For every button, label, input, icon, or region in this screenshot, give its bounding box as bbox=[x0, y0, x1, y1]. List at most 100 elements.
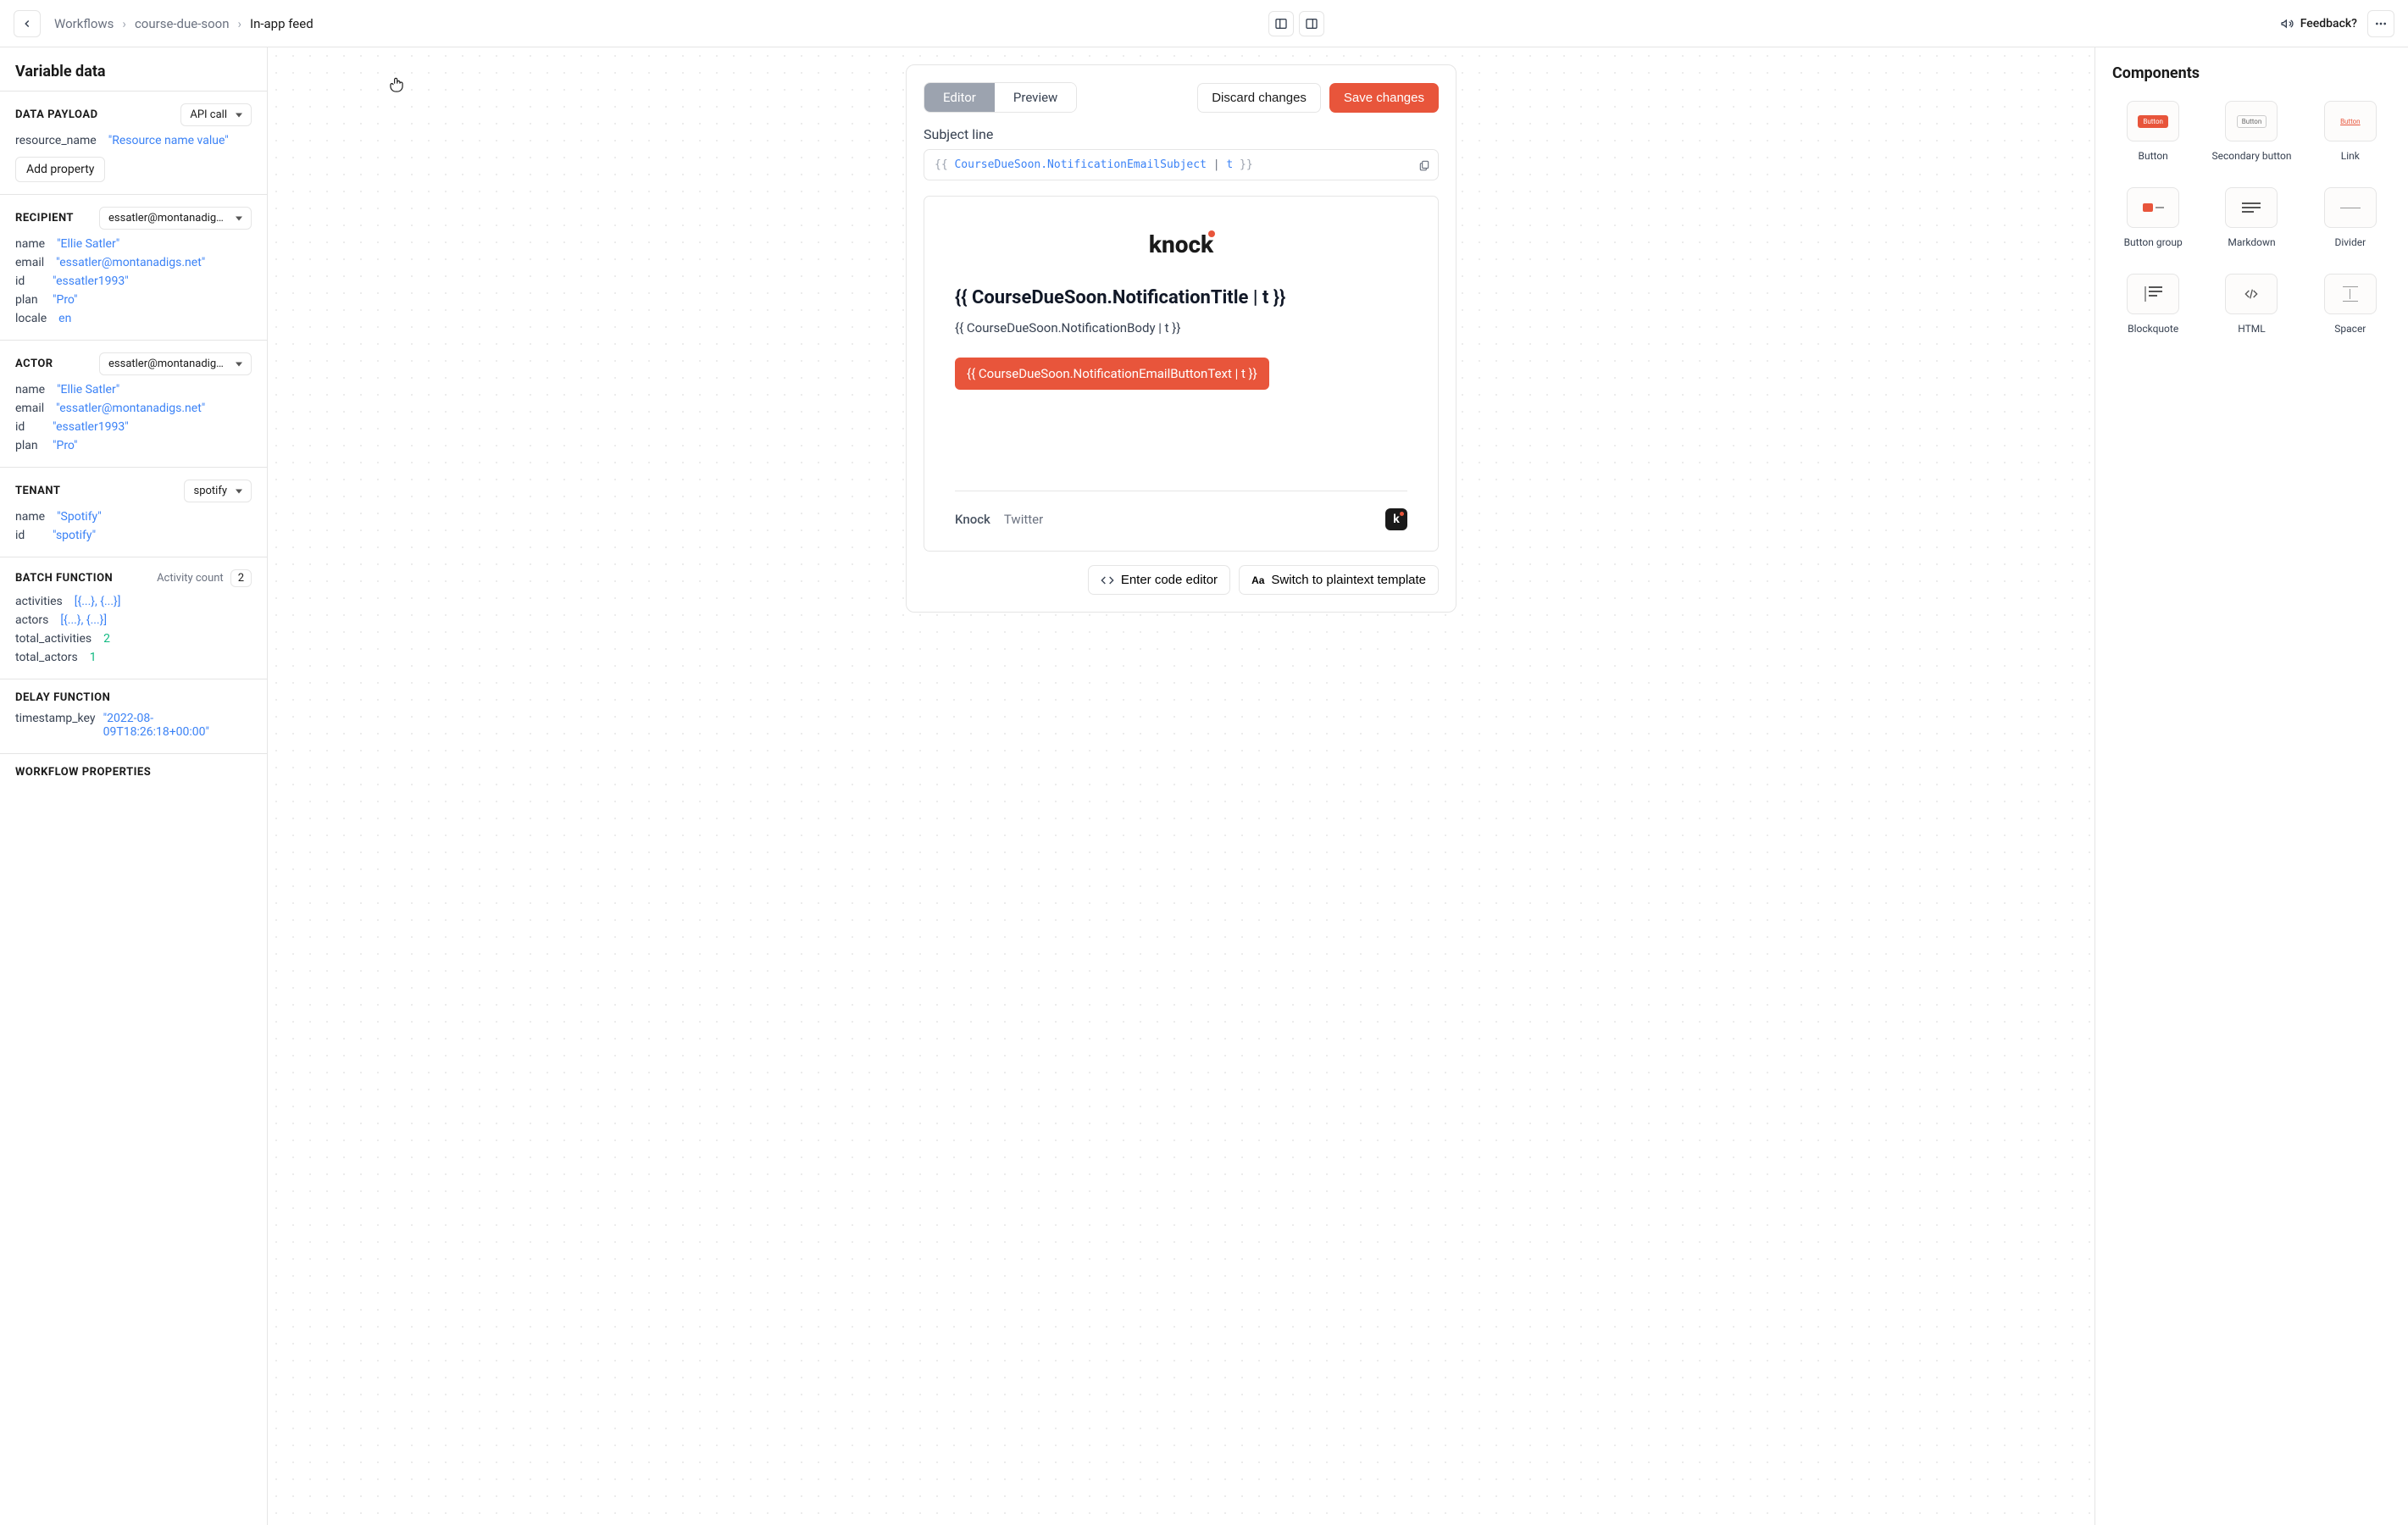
activity-count-label: Activity count bbox=[157, 572, 224, 585]
workflow-properties-section: WORKFLOW PROPERTIES bbox=[0, 753, 267, 790]
email-body[interactable]: {{ CourseDueSoon.NotificationBody | t }} bbox=[955, 320, 1407, 336]
breadcrumb-course-due-soon[interactable]: course-due-soon bbox=[135, 16, 230, 31]
email-footer: Knock Twitter k bbox=[955, 491, 1407, 530]
batch-function-section: BATCH FUNCTION Activity count 2 activiti… bbox=[0, 557, 267, 679]
data-val[interactable]: [{...}, {...}] bbox=[75, 595, 121, 608]
data-key: email bbox=[15, 402, 44, 415]
workflow-properties-title: WORKFLOW PROPERTIES bbox=[15, 766, 252, 779]
component-button[interactable]: Button Button bbox=[2112, 101, 2194, 162]
data-val[interactable]: "Ellie Satler" bbox=[57, 383, 119, 396]
data-val[interactable]: "essatler@montanadigs.net" bbox=[56, 402, 205, 415]
data-val[interactable]: "Ellie Satler" bbox=[57, 237, 119, 251]
actor-section: ACTOR essatler@montanadigs... name"Ellie… bbox=[0, 340, 267, 467]
variable-data-title: Variable data bbox=[0, 47, 267, 91]
data-key: id bbox=[15, 274, 41, 288]
component-blockquote[interactable]: Blockquote bbox=[2112, 274, 2194, 335]
data-key: name bbox=[15, 237, 45, 251]
data-val[interactable]: 1 bbox=[90, 651, 97, 664]
data-val[interactable]: "Resource name value" bbox=[108, 134, 229, 147]
data-val[interactable]: 2 bbox=[103, 632, 110, 646]
data-val[interactable]: "spotify" bbox=[53, 529, 96, 542]
activity-count-value[interactable]: 2 bbox=[230, 569, 252, 587]
component-link[interactable]: Button Link bbox=[2310, 101, 2391, 162]
subject-line-input[interactable]: {{ CourseDueSoon.NotificationEmailSubjec… bbox=[924, 149, 1439, 180]
data-key: resource_name bbox=[15, 134, 97, 147]
actor-select[interactable]: essatler@montanadigs... bbox=[99, 352, 252, 375]
component-markdown[interactable]: Markdown bbox=[2211, 187, 2292, 248]
components-title: Components bbox=[2112, 64, 2391, 82]
data-key: name bbox=[15, 510, 45, 524]
feedback-label: Feedback? bbox=[2300, 17, 2357, 30]
data-val[interactable]: "Spotify" bbox=[57, 510, 102, 524]
dots-icon bbox=[2374, 17, 2388, 30]
delay-function-title: DELAY FUNCTION bbox=[15, 691, 110, 704]
component-spacer[interactable]: Spacer bbox=[2310, 274, 2391, 335]
email-cta-button[interactable]: {{ CourseDueSoon.NotificationEmailButton… bbox=[955, 358, 1269, 390]
email-title[interactable]: {{ CourseDueSoon.NotificationTitle | t }… bbox=[955, 287, 1407, 308]
more-button[interactable] bbox=[2367, 10, 2394, 37]
data-key: email bbox=[15, 256, 44, 269]
data-val[interactable]: "essatler1993" bbox=[53, 420, 129, 434]
subject-line-label: Subject line bbox=[924, 126, 1439, 142]
components-panel: Components Button Button Button Secondar… bbox=[2095, 47, 2408, 1525]
data-payload-select[interactable]: API call bbox=[180, 103, 252, 126]
knock-logo: knock bbox=[1149, 230, 1213, 258]
data-val[interactable]: "essatler1993" bbox=[53, 274, 129, 288]
back-button[interactable] bbox=[14, 10, 41, 37]
data-key: activities bbox=[15, 595, 63, 608]
batch-function-title: BATCH FUNCTION bbox=[15, 572, 113, 585]
tenant-select[interactable]: spotify bbox=[184, 480, 252, 502]
data-key: actors bbox=[15, 613, 48, 627]
footer-twitter-link[interactable]: Twitter bbox=[1004, 512, 1043, 527]
email-preview[interactable]: knock {{ CourseDueSoon.NotificationTitle… bbox=[924, 196, 1439, 552]
editor-preview-tabs: Editor Preview bbox=[924, 82, 1077, 113]
component-secondary-button[interactable]: Button Secondary button bbox=[2211, 101, 2292, 162]
component-html[interactable]: HTML bbox=[2211, 274, 2292, 335]
delay-function-section: DELAY FUNCTION timestamp_key "2022-08-09T… bbox=[0, 679, 267, 753]
data-key: total_activities bbox=[15, 632, 92, 646]
clipboard-icon[interactable] bbox=[1418, 159, 1430, 171]
megaphone-icon bbox=[2280, 17, 2294, 30]
layout-panel-left-button[interactable] bbox=[1268, 11, 1294, 36]
data-val[interactable]: "Pro" bbox=[53, 293, 77, 307]
data-val[interactable]: "essatler@montanadigs.net" bbox=[56, 256, 205, 269]
header: Workflows › course-due-soon › In-app fee… bbox=[0, 0, 2408, 47]
editor-card: Editor Preview Discard changes Save chan… bbox=[906, 64, 1456, 613]
data-key: plan bbox=[15, 439, 41, 452]
footer-knock-link[interactable]: Knock bbox=[955, 512, 990, 527]
data-key: plan bbox=[15, 293, 41, 307]
layout-toggle-group bbox=[313, 11, 2280, 36]
data-key: name bbox=[15, 383, 45, 396]
enter-code-editor-button[interactable]: Enter code editor bbox=[1088, 565, 1230, 595]
tenant-section: TENANT spotify name "Spotify" id "spotify" bbox=[0, 467, 267, 557]
data-val[interactable]: "2022-08-09T18:26:18+00:00" bbox=[103, 712, 252, 739]
data-val[interactable]: [{...}, {...}] bbox=[60, 613, 107, 627]
breadcrumb-in-app-feed[interactable]: In-app feed bbox=[250, 16, 313, 31]
feedback-button[interactable]: Feedback? bbox=[2280, 17, 2357, 30]
tab-editor[interactable]: Editor bbox=[924, 83, 995, 112]
tab-preview[interactable]: Preview bbox=[995, 83, 1076, 112]
data-row: resource_name "Resource name value" bbox=[15, 131, 252, 150]
component-button-group[interactable]: Button group bbox=[2112, 187, 2194, 248]
discard-changes-button[interactable]: Discard changes bbox=[1197, 83, 1321, 113]
data-key: total_actors bbox=[15, 651, 78, 664]
recipient-select[interactable]: essatler@montanadigs... bbox=[99, 207, 252, 230]
code-icon bbox=[1101, 574, 1114, 587]
recipient-title: RECIPIENT bbox=[15, 212, 74, 225]
recipient-section: RECIPIENT essatler@montanadigs... name "E… bbox=[0, 194, 267, 340]
component-divider[interactable]: Divider bbox=[2310, 187, 2391, 248]
knock-square-icon: k bbox=[1385, 508, 1407, 530]
breadcrumb-workflows[interactable]: Workflows bbox=[54, 16, 114, 31]
save-changes-button[interactable]: Save changes bbox=[1329, 83, 1439, 113]
data-val[interactable]: en bbox=[58, 312, 71, 325]
tenant-title: TENANT bbox=[15, 485, 60, 497]
data-val[interactable]: "Pro" bbox=[53, 439, 77, 452]
switch-plaintext-button[interactable]: Aa Switch to plaintext template bbox=[1239, 565, 1439, 595]
data-key: id bbox=[15, 529, 41, 542]
add-property-button[interactable]: Add property bbox=[15, 157, 105, 182]
data-key: locale bbox=[15, 312, 47, 325]
text-icon: Aa bbox=[1251, 574, 1264, 586]
layout-panel-right-button[interactable] bbox=[1299, 11, 1324, 36]
data-payload-title: DATA PAYLOAD bbox=[15, 108, 98, 121]
data-key: timestamp_key bbox=[15, 712, 92, 725]
